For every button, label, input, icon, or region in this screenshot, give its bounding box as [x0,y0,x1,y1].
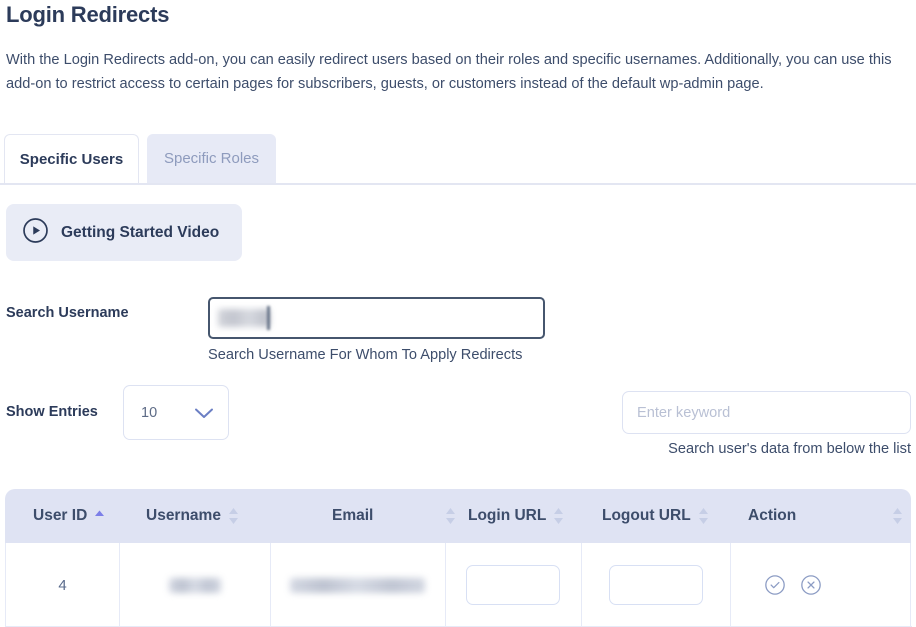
table-header-row: User ID Username Email Login URL Logout … [5,489,911,543]
tab-bar-divider [0,183,916,185]
cell-user-id: 4 [6,543,119,627]
show-entries-select[interactable]: 10 [123,385,229,440]
close-circle-icon[interactable] [800,574,822,596]
page-description: With the Login Redirects add-on, you can… [6,52,892,92]
cell-user-id-value: 4 [58,576,67,594]
cell-email-redacted-value [290,577,425,593]
table-header-user-id-label: User ID [33,507,88,524]
users-table: User ID Username Email Login URL Logout … [5,489,912,627]
logout-url-input[interactable] [608,565,703,605]
show-entries-value: 10 [141,405,158,421]
table-header-username-label: Username [146,507,221,524]
table-header-logout-url-label: Logout URL [602,507,691,524]
table-header-action[interactable]: Action [748,489,903,543]
getting-started-video-label: Getting Started Video [61,223,220,241]
cell-username [119,543,270,627]
sort-none-icon [698,507,709,525]
sort-none-icon [892,507,903,525]
search-username-redacted-value [218,309,270,327]
table-header-logout-url[interactable]: Logout URL [602,489,709,543]
cell-action [730,543,912,627]
tab-specific-users[interactable]: Specific Users [4,134,139,183]
login-url-input[interactable] [466,565,560,605]
check-circle-icon[interactable] [764,574,786,596]
table-header-email-label: Email [332,507,374,524]
search-username-label: Search Username [6,305,129,321]
tab-bar: Specific Users Specific Roles [0,134,916,184]
table-header-login-url[interactable]: Login URL [468,489,564,543]
table-row: 4 [5,543,912,627]
login-redirects-page: Login Redirects With the Login Redirects… [0,0,916,627]
sort-ascending-icon [94,509,105,523]
table-header-email[interactable]: Email [332,489,456,543]
cell-login-url [445,543,581,627]
getting-started-video-button[interactable]: Getting Started Video [6,204,242,261]
text-cursor [267,306,270,330]
keyword-search-hint: Search user's data from below the list [668,441,911,457]
table-header-action-label: Action [748,507,797,524]
sort-none-icon [228,507,239,525]
cell-email [270,543,445,627]
page-title: Login Redirects [6,2,170,27]
search-username-hint: Search Username For Whom To Apply Redire… [208,347,523,363]
sort-none-icon [553,507,564,525]
table-header-user-id[interactable]: User ID [33,489,105,543]
tab-specific-roles[interactable]: Specific Roles [147,134,276,183]
table-header-login-url-label: Login URL [468,507,547,524]
table-header-username[interactable]: Username [146,489,239,543]
chevron-down-icon [194,407,214,425]
tab-specific-roles-label: Specific Roles [163,150,260,167]
cell-logout-url [581,543,730,627]
cell-username-redacted-value [168,577,221,593]
sort-none-icon [445,507,456,525]
play-circle-icon [22,217,49,249]
show-entries-label: Show Entries [6,404,98,420]
keyword-search-input[interactable] [622,391,911,434]
tab-specific-users-label: Specific Users [19,150,124,168]
